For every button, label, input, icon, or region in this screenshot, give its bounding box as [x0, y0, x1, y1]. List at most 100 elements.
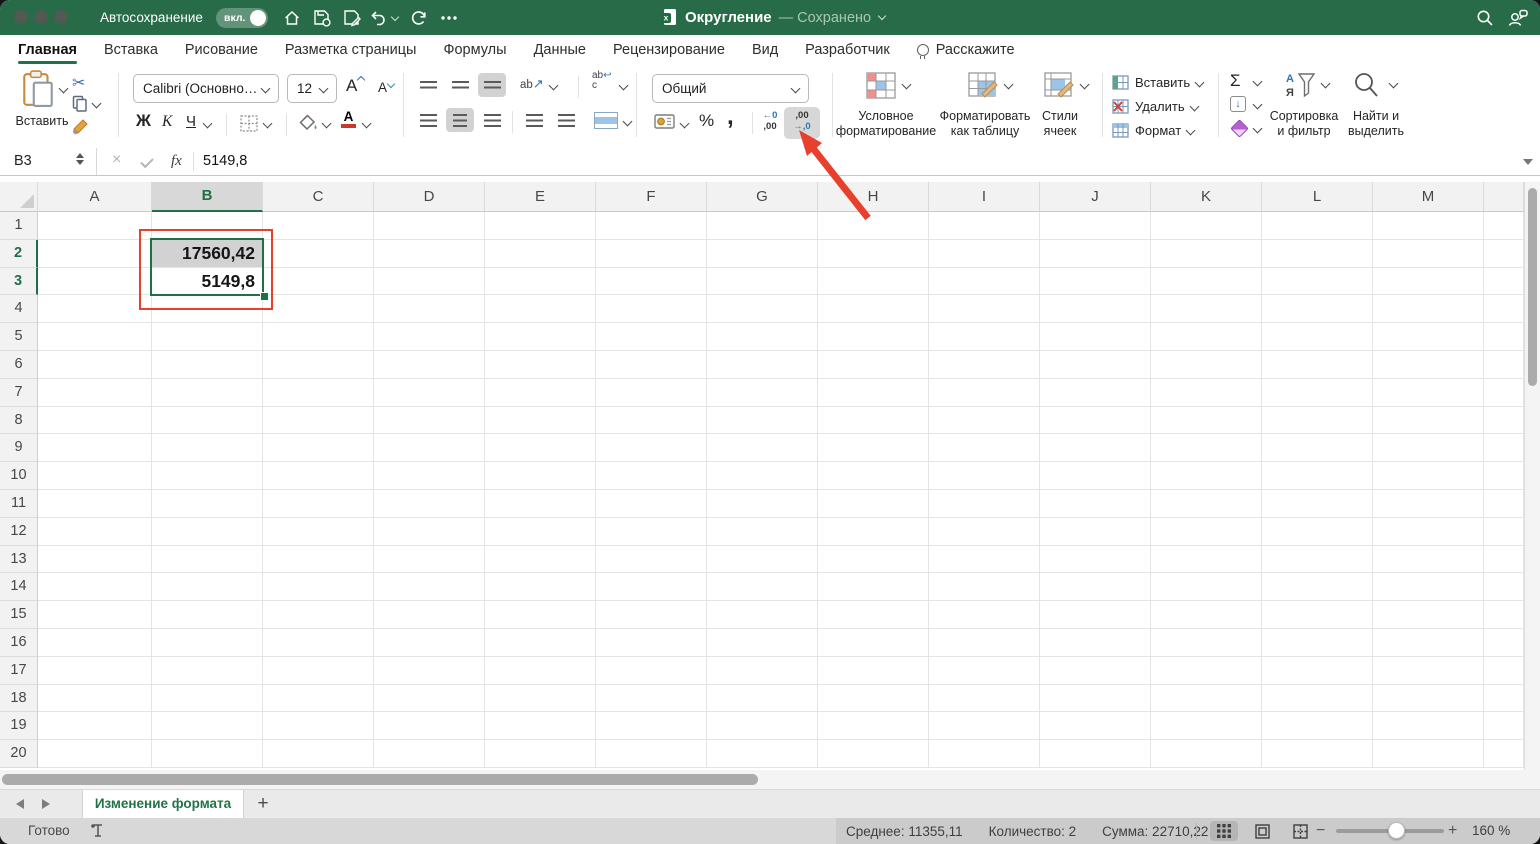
row-header-3[interactable]: 3 [0, 267, 38, 296]
cell-D19[interactable] [374, 712, 485, 741]
cell-L18[interactable] [1262, 684, 1373, 713]
cell-C14[interactable] [263, 573, 374, 602]
fill-chevron-icon[interactable] [1252, 99, 1263, 110]
cell-E16[interactable] [485, 628, 596, 657]
cell-B19[interactable] [152, 712, 263, 741]
cell-M19[interactable] [1373, 712, 1484, 741]
sort-filter-chevron-icon[interactable] [1320, 78, 1331, 89]
cell-E1[interactable] [485, 212, 596, 240]
align-bottom-button[interactable] [478, 73, 506, 97]
cell-D11[interactable] [374, 489, 485, 518]
borders-icon[interactable] [240, 115, 258, 137]
cell-L14[interactable] [1262, 573, 1373, 602]
cell-A14[interactable] [38, 573, 152, 602]
cell-H12[interactable] [818, 517, 929, 546]
cell-M9[interactable] [1373, 434, 1484, 463]
cell-B17[interactable] [152, 656, 263, 685]
cell-F12[interactable] [596, 517, 707, 546]
page-layout-view-button[interactable] [1248, 821, 1276, 841]
vertical-scrollbar-thumb[interactable] [1528, 188, 1537, 386]
cell-L17[interactable] [1262, 656, 1373, 685]
cell-B10[interactable] [152, 462, 263, 490]
cell-E5[interactable] [485, 323, 596, 351]
cell-D8[interactable] [374, 406, 485, 435]
cell-M4[interactable] [1373, 295, 1484, 324]
search-icon[interactable] [1474, 7, 1496, 29]
cell-D17[interactable] [374, 656, 485, 685]
next-sheet-icon[interactable] [42, 799, 50, 809]
name-box-stepper[interactable] [76, 153, 84, 165]
normal-view-button[interactable] [1210, 821, 1238, 841]
cell-C5[interactable] [263, 323, 374, 351]
previous-sheet-icon[interactable] [16, 799, 24, 809]
cell-A12[interactable] [38, 517, 152, 546]
cell-H5[interactable] [818, 323, 929, 351]
cell-D20[interactable] [374, 740, 485, 768]
cell-H18[interactable] [818, 684, 929, 713]
save-as-icon[interactable] [341, 7, 363, 29]
row-header-17[interactable]: 17 [0, 656, 38, 685]
cell-G1[interactable] [707, 212, 818, 240]
minimize-window-button[interactable] [34, 10, 48, 24]
find-select-chevron-icon[interactable] [1388, 78, 1399, 89]
font-name-select[interactable]: Calibri (Основной... [133, 74, 279, 103]
cell-I3[interactable] [929, 267, 1040, 296]
cell-E3[interactable] [485, 267, 596, 296]
cell-M15[interactable] [1373, 601, 1484, 629]
cell-J7[interactable] [1040, 378, 1151, 407]
cell-B18[interactable] [152, 684, 263, 713]
cell-E8[interactable] [485, 406, 596, 435]
find-select-icon[interactable] [1352, 71, 1380, 104]
cell-D12[interactable] [374, 517, 485, 546]
paste-button[interactable] [22, 70, 54, 113]
cell-I14[interactable] [929, 573, 1040, 602]
autosum-button[interactable]: Σ [1230, 71, 1241, 91]
cell-L11[interactable] [1262, 489, 1373, 518]
cell-L7[interactable] [1262, 378, 1373, 407]
cell-H13[interactable] [818, 545, 929, 574]
cell-I10[interactable] [929, 462, 1040, 490]
row-header-13[interactable]: 13 [0, 545, 38, 574]
cell-C17[interactable] [263, 656, 374, 685]
cell-K9[interactable] [1151, 434, 1262, 463]
fill-color-icon[interactable] [299, 114, 318, 137]
home-icon[interactable] [281, 7, 303, 29]
cell-D9[interactable] [374, 434, 485, 463]
cell-C3[interactable] [263, 267, 374, 296]
align-top-button[interactable] [414, 73, 442, 97]
cell-D13[interactable] [374, 545, 485, 574]
align-middle-button[interactable] [446, 73, 474, 97]
cell-D2[interactable] [374, 239, 485, 268]
cell-B15[interactable] [152, 601, 263, 629]
cell-L20[interactable] [1262, 740, 1373, 768]
cell-J18[interactable] [1040, 684, 1151, 713]
cell-D10[interactable] [374, 462, 485, 490]
cell-B14[interactable] [152, 573, 263, 602]
percent-style-button[interactable]: % [699, 111, 714, 131]
cell-A18[interactable] [38, 684, 152, 713]
cell-I13[interactable] [929, 545, 1040, 574]
column-header-I[interactable]: I [929, 182, 1040, 212]
increase-font-size-button[interactable]: А [346, 75, 366, 96]
cell-A20[interactable] [38, 740, 152, 768]
formula-input[interactable]: 5149,8 [203, 153, 247, 169]
close-window-button[interactable] [14, 10, 28, 24]
insert-function-icon[interactable]: fx [171, 153, 182, 170]
column-header-K[interactable]: K [1151, 182, 1262, 212]
copy-icon[interactable] [72, 95, 88, 117]
row-header-5[interactable]: 5 [0, 323, 38, 351]
cell-J6[interactable] [1040, 350, 1151, 379]
decrease-indent-button[interactable] [520, 108, 548, 132]
cell-L10[interactable] [1262, 462, 1373, 490]
cell-C15[interactable] [263, 601, 374, 629]
accounting-format-icon[interactable] [654, 113, 675, 135]
tab-developer[interactable]: Разработчик [805, 35, 890, 65]
cell-F6[interactable] [596, 350, 707, 379]
row-header-10[interactable]: 10 [0, 462, 38, 490]
column-header-A[interactable]: A [38, 182, 152, 212]
cell-L9[interactable] [1262, 434, 1373, 463]
cell-E17[interactable] [485, 656, 596, 685]
cell-J3[interactable] [1040, 267, 1151, 296]
column-header-J[interactable]: J [1040, 182, 1151, 212]
cell-J16[interactable] [1040, 628, 1151, 657]
